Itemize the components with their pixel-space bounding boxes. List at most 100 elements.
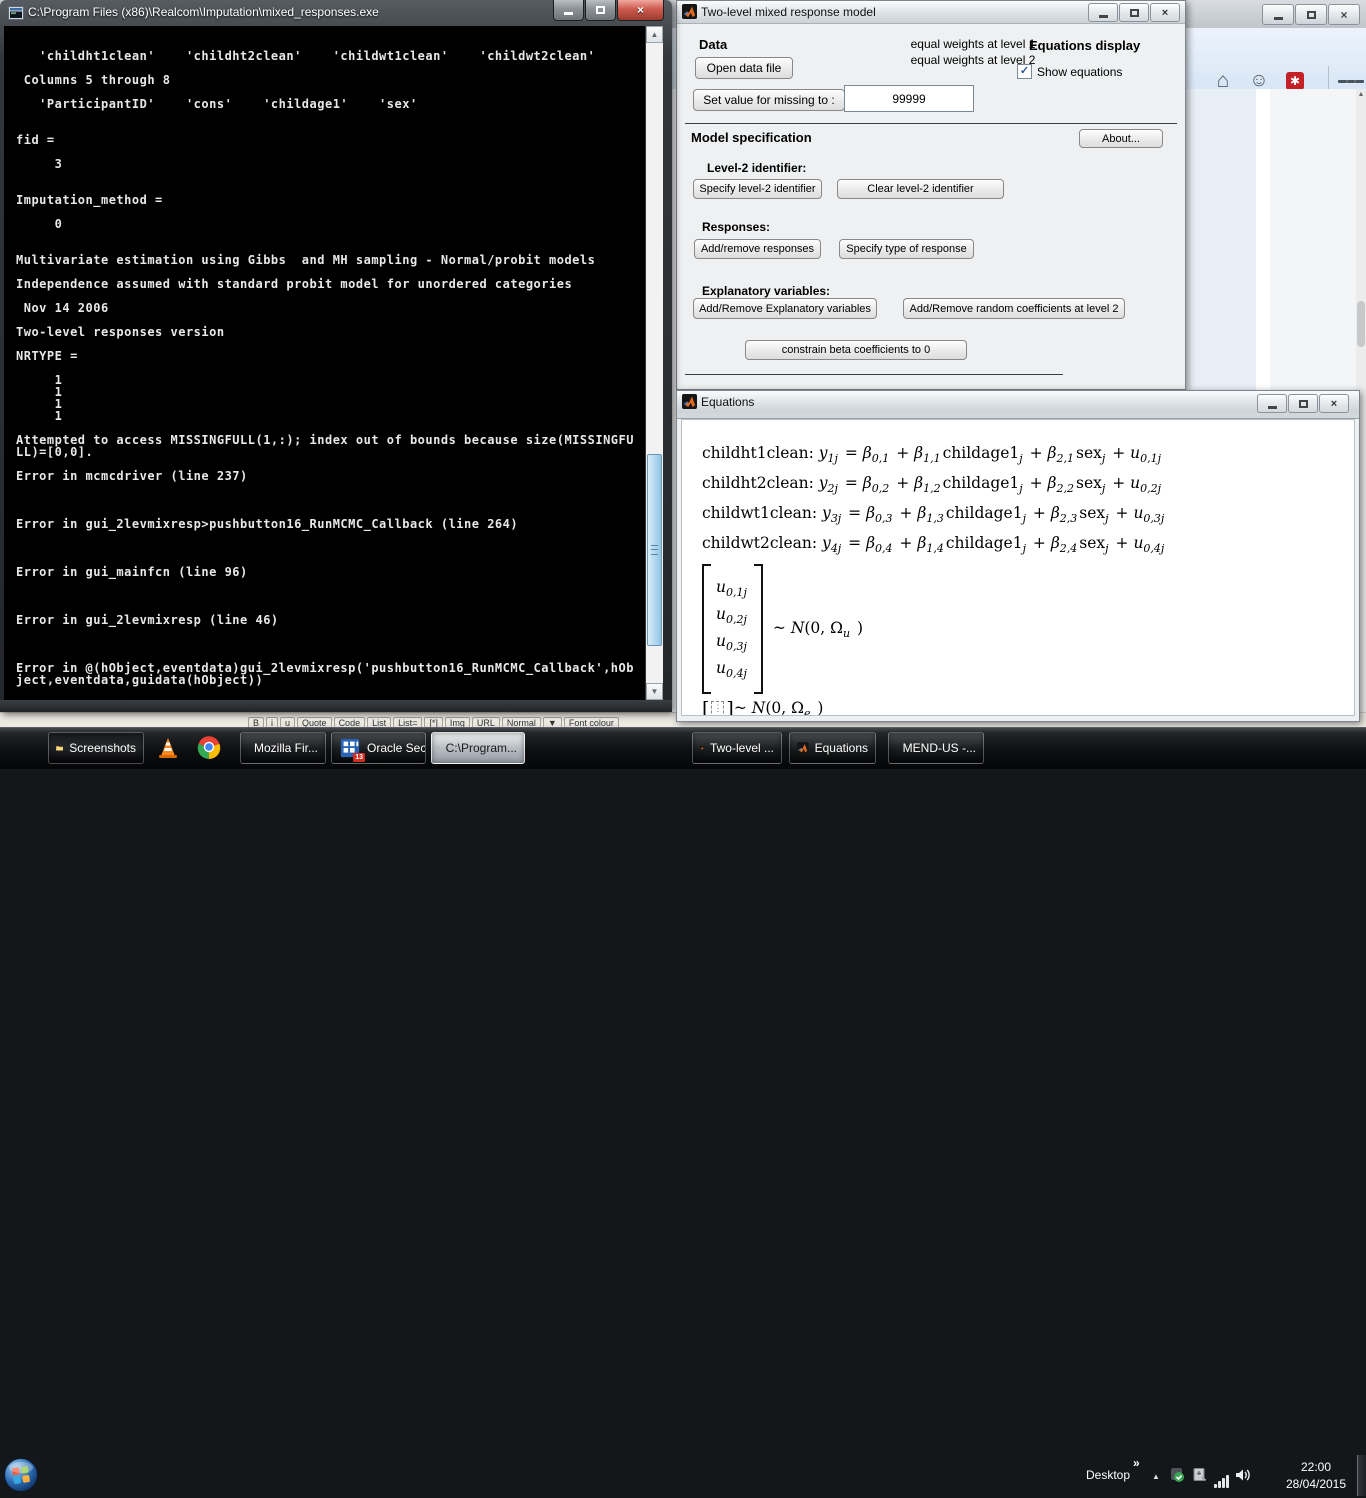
- start-button[interactable]: [3, 1457, 39, 1493]
- taskbar-vlc-icon[interactable]: [153, 734, 183, 762]
- scrollbar-grip-icon: [651, 545, 658, 555]
- browser-restore-button[interactable]: [1295, 4, 1327, 25]
- scroll-down-icon: ▼: [651, 687, 659, 696]
- tray-network-icon[interactable]: [1212, 1470, 1230, 1488]
- missing-value-field[interactable]: 99999: [844, 85, 974, 112]
- specify-level2-button[interactable]: Specify level-2 identifier: [693, 179, 822, 199]
- constrain-beta-button[interactable]: constrain beta coefficients to 0: [745, 340, 967, 360]
- taskbar-firefox-button[interactable]: Mozilla Fir...: [240, 732, 326, 764]
- console-app-icon: [8, 5, 24, 21]
- taskbar-chrome-icon[interactable]: [194, 734, 224, 762]
- taskbar-button-label: MEND-US -...: [903, 741, 976, 755]
- close-icon: ×: [1162, 7, 1168, 19]
- level2-identifier-label: Level-2 identifier:: [707, 161, 806, 175]
- show-hidden-icons[interactable]: ▲: [1152, 1472, 1160, 1481]
- browser-close-button[interactable]: ×: [1328, 4, 1360, 25]
- math-token: j: [1102, 452, 1105, 465]
- math-token: +: [891, 474, 914, 492]
- add-random-coefficients-button[interactable]: Add/Remove random coefficients at level …: [903, 298, 1125, 319]
- matlab-icon: [797, 737, 809, 759]
- equation-line: childwt2clean: y4j = β0,4 + β1,4childage…: [702, 534, 1166, 555]
- model-spec-heading: Model specification: [691, 130, 812, 145]
- math-token: +: [1107, 474, 1130, 492]
- math-token: 0,4j: [726, 667, 747, 680]
- tray-remove-hardware-icon[interactable]: [1190, 1466, 1208, 1484]
- scroll-down-button[interactable]: ▼: [646, 683, 663, 700]
- taskbar: Screenshots Mozilla Fir...: [0, 727, 1366, 769]
- math-token: 0,2j: [1140, 482, 1161, 495]
- model-close-button[interactable]: ×: [1150, 3, 1180, 22]
- console-output[interactable]: 'childht1clean' 'childht2clean' 'childwt…: [4, 26, 645, 700]
- taskbar-console-button[interactable]: C:\Program...: [431, 732, 525, 764]
- console-close-button[interactable]: ×: [617, 0, 664, 21]
- console-window-icon: [439, 738, 440, 758]
- lastpass-icon[interactable]: ✱: [1286, 72, 1304, 90]
- math-token: 0,3j: [726, 640, 747, 653]
- equations-minimize-button[interactable]: [1257, 394, 1287, 413]
- equations-maximize-button[interactable]: [1288, 394, 1318, 413]
- about-button[interactable]: About...: [1079, 129, 1163, 148]
- math-token: 3j: [831, 512, 841, 525]
- console-restore-button[interactable]: [585, 0, 616, 21]
- tray-volume-icon[interactable]: [1234, 1466, 1252, 1484]
- equations-close-button[interactable]: ×: [1319, 394, 1349, 413]
- scroll-up-button[interactable]: ▲: [646, 26, 663, 43]
- math-token: +: [895, 504, 918, 522]
- equation-line: u0,1j: [716, 578, 749, 599]
- math-token: j: [1102, 482, 1105, 495]
- model-minimize-button[interactable]: [1088, 3, 1118, 22]
- math-token: 2,4: [1060, 542, 1078, 555]
- add-remove-responses-button[interactable]: Add/remove responses: [694, 239, 821, 259]
- math-token: =: [843, 504, 866, 522]
- taskbar-screenshots-button[interactable]: Screenshots: [48, 732, 144, 764]
- add-explanatory-button[interactable]: Add/Remove Explanatory variables: [693, 298, 877, 319]
- taskbar-oracle-button[interactable]: 13 Oracle Sec...: [331, 732, 426, 764]
- scroll-up-icon[interactable]: ▲: [1356, 91, 1366, 98]
- math-token: u: [1130, 444, 1140, 462]
- explanatory-variables-label: Explanatory variables:: [702, 284, 830, 298]
- chevron-icon[interactable]: »: [1133, 1456, 1140, 1470]
- residual-selection-box[interactable]: ⋮: [711, 701, 724, 717]
- clock-time: 22:00: [1268, 1459, 1364, 1476]
- model-maximize-button[interactable]: [1119, 3, 1149, 22]
- taskbar-matlab-model-button[interactable]: Two-level ...: [692, 732, 782, 764]
- math-token: 0,1j: [1140, 452, 1161, 465]
- math-token: β: [1051, 504, 1060, 522]
- math-token: 1j: [828, 452, 838, 465]
- math-token: u: [716, 578, 726, 596]
- bracket-close: ]: [726, 698, 733, 716]
- model-titlebar[interactable]: Two-level mixed response model ×: [677, 1, 1185, 24]
- notification-badge: 13: [353, 753, 365, 762]
- math-token: =: [843, 534, 866, 552]
- math-token: ): [852, 619, 863, 637]
- desktop-toolbar[interactable]: Desktop: [1086, 1468, 1130, 1482]
- taskbar-mend-button[interactable]: MEND-US -...: [888, 732, 984, 764]
- show-desktop-button[interactable]: [1357, 1455, 1366, 1496]
- clear-level2-button[interactable]: Clear level-2 identifier: [837, 179, 1004, 199]
- console-window: C:\Program Files (x86)\Realcom\Imputatio…: [0, 0, 672, 712]
- console-minimize-button[interactable]: [553, 0, 584, 21]
- show-equations-checkbox[interactable]: ✓: [1017, 64, 1032, 79]
- matlab-icon: [700, 737, 704, 759]
- open-data-file-button[interactable]: Open data file: [695, 57, 793, 79]
- math-token: y: [819, 444, 828, 462]
- math-token: sex: [1076, 474, 1102, 492]
- equation-line: u0,3j: [716, 632, 749, 653]
- scrollbar-thumb[interactable]: [1357, 301, 1365, 347]
- math-token: +: [1111, 534, 1134, 552]
- console-scrollbar[interactable]: ▲ ▼: [645, 26, 663, 700]
- console-titlebar[interactable]: C:\Program Files (x86)\Realcom\Imputatio…: [0, 0, 672, 26]
- math-token: (0, Ω: [804, 619, 843, 637]
- equation-line: childwt1clean: y3j = β0,3 + β1,3childage…: [702, 504, 1166, 525]
- math-token: y: [822, 534, 831, 552]
- scrollbar-thumb[interactable]: [647, 454, 662, 646]
- browser-minimize-button[interactable]: [1262, 4, 1294, 25]
- taskbar-matlab-equations-button[interactable]: Equations: [789, 732, 876, 764]
- tray-sync-icon[interactable]: [1168, 1466, 1186, 1484]
- taskbar-clock[interactable]: 22:00 28/04/2015: [1268, 1459, 1364, 1493]
- console-text: 'childht1clean' 'childht2clean' 'childwt…: [16, 50, 634, 686]
- equations-titlebar[interactable]: Equations ×: [677, 391, 1359, 414]
- math-token: childht1clean:: [702, 444, 819, 462]
- specify-response-type-button[interactable]: Specify type of response: [839, 239, 974, 259]
- set-missing-value-button[interactable]: Set value for missing to :: [693, 89, 845, 111]
